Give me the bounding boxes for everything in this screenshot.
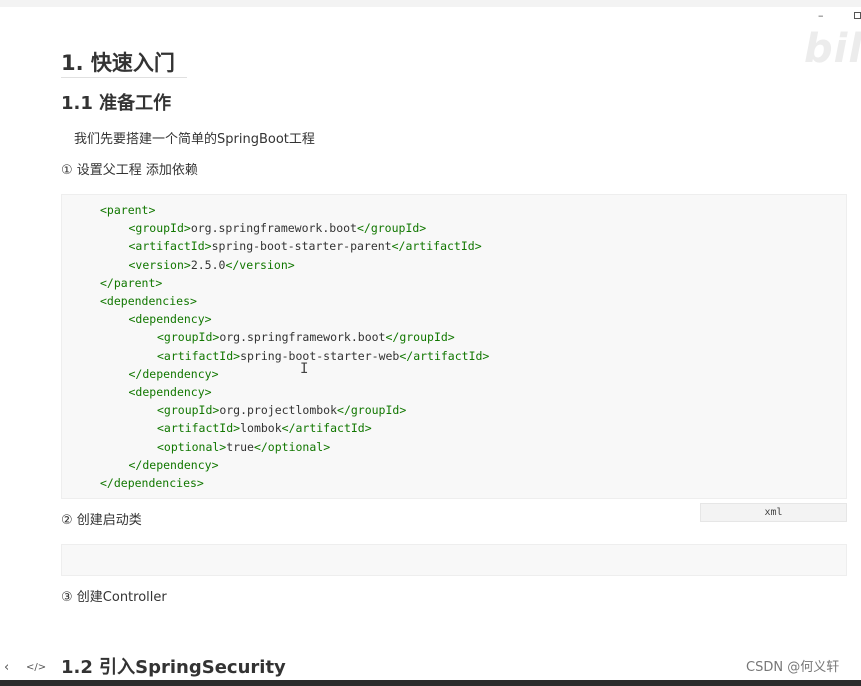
xml-tag: <groupId> <box>157 330 220 345</box>
xml-tag: </groupId> <box>337 403 407 418</box>
xml-tag: </artifactId> <box>399 348 490 363</box>
code-line: <dependency> <box>129 383 212 401</box>
code-line: </dependencies> <box>100 474 204 492</box>
code-line: <groupId>org.springframework.boot</group… <box>157 328 455 346</box>
code-line: <artifactId>spring-boot-starter-web</art… <box>157 347 489 365</box>
page-title: 1. 快速入门 <box>61 51 175 75</box>
author-credit: CSDN @何义轩 <box>746 660 840 675</box>
xml-tag: </artifactId> <box>281 421 372 436</box>
code-line: <groupId>org.projectlombok</groupId> <box>157 401 406 419</box>
code-line: </dependency> <box>129 365 219 383</box>
xml-tag: <groupId> <box>128 221 191 236</box>
xml-tag: </dependencies> <box>100 476 204 490</box>
xml-tag: </version> <box>225 257 295 272</box>
xml-value: 2.5.0 <box>190 257 226 272</box>
step-1-text: ① 设置父工程 添加依赖 <box>61 163 198 178</box>
title-underline <box>61 77 187 78</box>
code-line: </parent> <box>100 274 162 292</box>
xml-tag: <version> <box>128 257 191 272</box>
xml-value: org.springframework.boot <box>190 221 357 236</box>
nav-previous-icon[interactable]: ‹ <box>4 660 9 676</box>
xml-tag: <artifactId> <box>157 421 241 436</box>
xml-tag: <optional> <box>157 439 227 454</box>
xml-tag: </dependency> <box>128 366 219 381</box>
code-line: <artifactId>lombok</artifactId> <box>157 419 372 437</box>
xml-value: true <box>226 439 254 454</box>
xml-tag: <artifactId> <box>128 239 212 254</box>
xml-tag: <dependency> <box>128 385 212 399</box>
source-code-icon[interactable]: </> <box>26 661 46 675</box>
code-line: <artifactId>spring-boot-starter-parent</… <box>129 237 482 255</box>
xml-value: spring-boot-starter-parent <box>211 239 392 254</box>
xml-tag: </artifactId> <box>391 239 482 254</box>
xml-tag: <parent> <box>100 203 156 217</box>
minimize-icon[interactable]: – <box>818 9 824 23</box>
xml-tag: </optional> <box>253 439 331 454</box>
code-block-empty[interactable] <box>61 544 847 576</box>
xml-tag: <dependency> <box>128 312 212 327</box>
xml-value: org.springframework.boot <box>219 330 386 345</box>
xml-value: org.projectlombok <box>219 403 338 418</box>
code-line: <parent> <box>100 201 155 219</box>
code-block-xml[interactable]: <parent> <groupId>org.springframework.boo… <box>61 194 847 499</box>
code-line: <version>2.5.0</version> <box>129 256 295 274</box>
xml-tag: </groupId> <box>356 221 427 236</box>
step-2-text: ② 创建启动类 <box>61 513 142 528</box>
section-heading-prepare: 1.1 准备工作 <box>61 93 172 114</box>
code-line: <dependency> <box>129 310 212 328</box>
section-heading-security: 1.2 引入SpringSecurity <box>61 657 286 678</box>
code-line: </dependency> <box>129 456 219 474</box>
intro-paragraph: 我们先要搭建一个简单的SpringBoot工程 <box>74 132 315 147</box>
xml-tag: <dependencies> <box>100 294 197 308</box>
code-line: <dependencies> <box>100 292 197 310</box>
xml-tag: </dependency> <box>128 457 219 472</box>
code-line: <optional>true</optional> <box>157 438 330 456</box>
text-cursor-icon: I <box>300 361 309 377</box>
xml-value: lombok <box>240 421 282 436</box>
xml-tag: </groupId> <box>385 330 455 345</box>
step-3-text: ③ 创建Controller <box>61 590 167 605</box>
xml-tag: <groupId> <box>157 403 220 418</box>
bottom-bar <box>0 680 861 686</box>
window-top-bar <box>0 0 861 7</box>
code-language-label[interactable]: xml <box>700 503 847 522</box>
maximize-icon[interactable] <box>854 12 861 19</box>
code-line: <groupId>org.springframework.boot</group… <box>129 219 427 237</box>
xml-tag: <artifactId> <box>157 348 241 363</box>
xml-value: spring-boot-starter-web <box>240 348 400 363</box>
watermark-logo: bili <box>804 26 861 72</box>
xml-tag: </parent> <box>100 275 163 290</box>
